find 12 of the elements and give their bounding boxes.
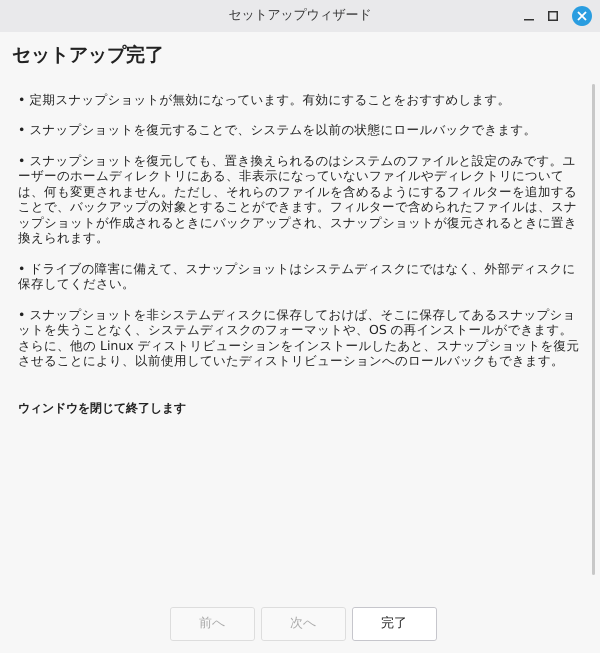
maximize-icon[interactable] <box>548 11 558 21</box>
page-heading: セットアップ完了 <box>12 43 165 68</box>
info-paragraph: • 定期スナップショットが無効になっています。有効にすることをおすすめします。 <box>18 92 512 107</box>
info-paragraph: • スナップショットを復元しても、置き換えられるのはシステムのファイルと設定のみです。ユーザーのホームディレクトリにある、非表示になっていないファイルやディレクトリについては、何も変更されません。ただし、それらのファイルを含めるようにするフィルターを追加することで、バックアップの対象とすることができます。フィルターで含められたファイルは、スナップショットが作成されるときにバックアップされ、スナップショットが復元されるときに置き換えられます。 <box>18 152 578 246</box>
close-icon[interactable] <box>572 6 592 26</box>
window-title: セットアップウィザード <box>228 7 372 26</box>
closing-note: ウィンドウを閉じて終了します <box>17 400 187 416</box>
scrollbar[interactable] <box>592 84 594 575</box>
info-paragraph: • スナップショットを復元することで、システムを以前の状態にロールバックできます。 <box>18 122 538 138</box>
info-paragraph: • スナップショットを非システムディスクに保存しておけば、そこに保存してあるスナップショットを失うことなく、システムディスクのフォーマットや、OS の再インストールができます。さらに、他の Linux ディストリビューションをインストールしたあと、スナップショットを復元させることにより、以前使用していたディストリビューションへのロールバックもできます。 <box>18 306 581 368</box>
info-paragraph: • ドライブの障害に備えて、スナップショットはシステムディスクにではなく、外部ディスクに保存してください。 <box>18 260 576 292</box>
wizard-button[interactable]: 完了 <box>352 607 436 641</box>
